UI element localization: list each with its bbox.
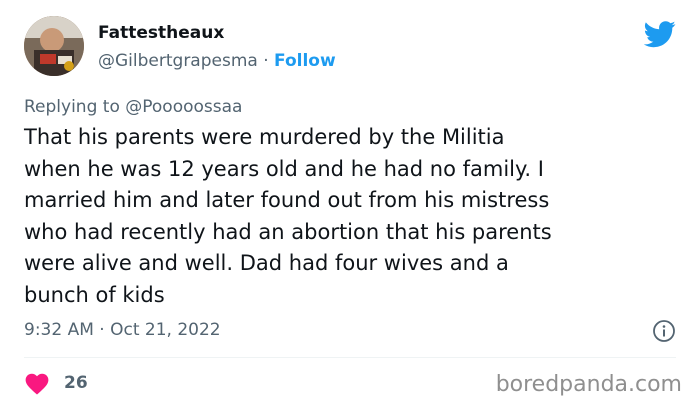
replying-to: Replying to @Pooooossaa xyxy=(24,96,242,118)
like-count: 26 xyxy=(64,373,88,393)
twitter-bird-icon[interactable] xyxy=(644,18,676,50)
reply-mention-link[interactable]: @Pooooossaa xyxy=(125,97,242,117)
info-icon[interactable] xyxy=(652,319,676,343)
heart-icon[interactable] xyxy=(24,371,50,395)
tweet-text: That his parents were murdered by the Mi… xyxy=(24,125,552,307)
avatar[interactable] xyxy=(24,16,84,76)
author-handle[interactable]: @Gilbertgrapesma xyxy=(98,51,258,71)
tweet-card: Fattestheaux @Gilbertgrapesma · Follow R… xyxy=(0,0,700,410)
author-handle-row: @Gilbertgrapesma · Follow xyxy=(98,50,336,72)
author-display-name[interactable]: Fattestheaux xyxy=(98,22,336,44)
avatar-image xyxy=(24,16,84,76)
tweet-timestamp[interactable]: 9:32 AM · Oct 21, 2022 xyxy=(24,319,221,341)
divider xyxy=(24,357,676,358)
handle-separator: · xyxy=(263,51,269,71)
watermark: boredpanda.com xyxy=(495,372,682,397)
author-names: Fattestheaux @Gilbertgrapesma · Follow xyxy=(98,22,336,72)
replying-to-prefix: Replying to xyxy=(24,97,120,117)
follow-button[interactable]: Follow xyxy=(274,51,336,71)
tweet-header: Fattestheaux @Gilbertgrapesma · Follow xyxy=(24,16,676,80)
